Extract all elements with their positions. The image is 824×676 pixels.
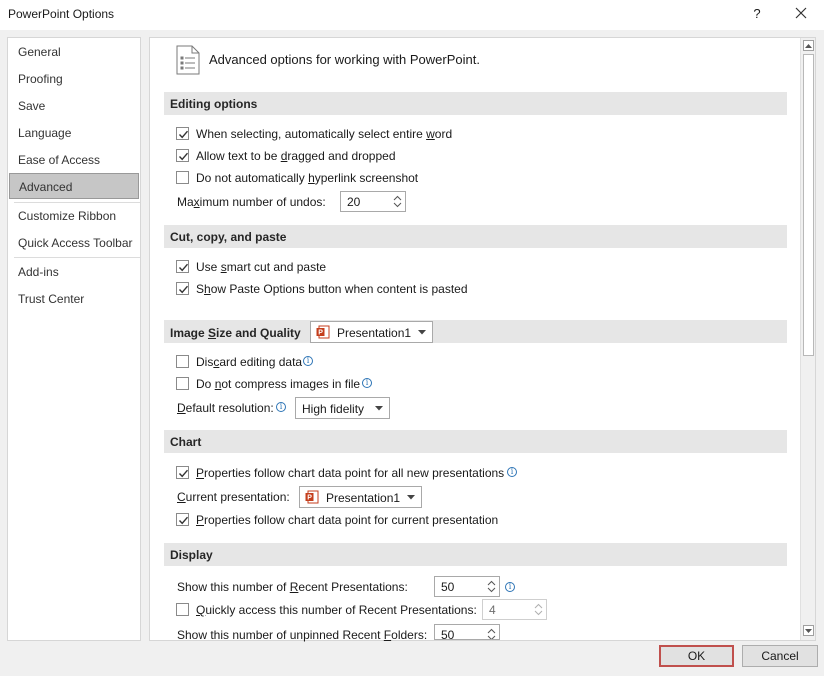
checkbox-paste-options-button[interactable]: [176, 282, 189, 295]
sidebar-item-language[interactable]: Language: [8, 120, 140, 146]
svg-text:P: P: [318, 330, 323, 337]
svg-text:P: P: [307, 495, 312, 502]
checkmark-icon: [178, 469, 189, 478]
sidebar-divider: [14, 257, 140, 258]
checkbox-chart-follow-current[interactable]: [176, 513, 189, 526]
window-title: PowerPoint Options: [8, 7, 115, 21]
sidebar-item-proofing[interactable]: Proofing: [8, 66, 140, 92]
vertical-scrollbar[interactable]: [800, 38, 815, 640]
current-presentation-label: Current presentation:: [177, 490, 290, 504]
stepper-arrows-icon[interactable]: [487, 627, 496, 640]
checkbox-select-entire-word[interactable]: [176, 127, 189, 140]
checkbox-label: Properties follow chart data point for c…: [196, 513, 499, 527]
checkbox-label: When selecting, automatically select ent…: [196, 127, 453, 141]
quick-access-stepper[interactable]: 4: [482, 599, 547, 620]
page-title: Advanced options for working with PowerP…: [209, 52, 480, 67]
help-button[interactable]: ?: [746, 2, 768, 26]
stepper-arrows-icon[interactable]: [393, 194, 402, 209]
checkmark-icon: [178, 263, 189, 272]
stepper-arrows-icon[interactable]: [534, 602, 543, 617]
stepper-value: 50: [441, 628, 455, 640]
sidebar-item-customize-ribbon[interactable]: Customize Ribbon: [8, 203, 140, 229]
checkbox-label: Show Paste Options button when content i…: [196, 282, 468, 296]
checkbox-label: Do not compress images in file: [196, 377, 361, 391]
checkbox-label: Discard editing data: [196, 355, 303, 369]
stepper-value: 4: [489, 603, 496, 617]
section-title: Editing options: [170, 97, 258, 111]
info-icon[interactable]: i: [505, 582, 515, 592]
section-header-chart: Chart: [164, 430, 787, 453]
stepper-arrows-icon[interactable]: [487, 579, 496, 594]
section-header-editing: Editing options: [164, 92, 787, 115]
document-options-icon: [176, 45, 200, 75]
title-bar: PowerPoint Options ?: [0, 0, 824, 30]
checkbox-label: Quickly access this number of Recent Pre…: [196, 603, 477, 617]
dropdown-value: Presentation1: [326, 491, 401, 505]
powerpoint-icon: P: [316, 325, 330, 339]
stepper-value: 20: [347, 195, 361, 209]
recent-presentations-stepper[interactable]: 50: [434, 576, 500, 597]
checkbox-label: Properties follow chart data point for a…: [196, 466, 505, 480]
dropdown-value: High fidelity: [302, 402, 365, 416]
resolution-dropdown[interactable]: High fidelity: [295, 397, 390, 419]
sidebar-item-trust-center[interactable]: Trust Center: [8, 286, 140, 312]
section-title: Cut, copy, and paste: [170, 230, 287, 244]
default-resolution-label: Default resolution:: [177, 401, 274, 415]
sidebar-item-general[interactable]: General: [8, 39, 140, 65]
sidebar-item-ease-of-access[interactable]: Ease of Access: [8, 147, 140, 173]
section-header-image-quality: Image Size and Quality: [164, 320, 787, 343]
sidebar-item-quick-access-toolbar[interactable]: Quick Access Toolbar: [8, 230, 140, 256]
checkmark-icon: [178, 152, 189, 161]
recent-folders-label: Show this number of unpinned Recent Fold…: [177, 628, 428, 642]
checkmark-icon: [178, 285, 189, 294]
dropdown-value: Presentation1: [337, 326, 412, 340]
sidebar-item-advanced[interactable]: Advanced: [9, 173, 139, 199]
checkbox-quick-access-recent[interactable]: [176, 603, 189, 616]
sidebar-item-save[interactable]: Save: [8, 93, 140, 119]
checkbox-label: Allow text to be dragged and dropped: [196, 149, 396, 163]
recent-presentations-label: Show this number of Recent Presentations…: [177, 580, 408, 594]
section-title: Display: [170, 548, 213, 562]
cancel-button[interactable]: Cancel: [742, 645, 818, 667]
checkbox-discard-editing-data[interactable]: [176, 355, 189, 368]
info-icon[interactable]: i: [362, 378, 372, 388]
scroll-up-button[interactable]: [803, 40, 814, 51]
image-document-dropdown[interactable]: P Presentation1: [310, 321, 433, 343]
powerpoint-icon: P: [305, 490, 319, 504]
checkmark-icon: [178, 130, 189, 139]
section-header-cut-copy-paste: Cut, copy, and paste: [164, 225, 787, 248]
section-title: Chart: [170, 435, 202, 449]
info-icon[interactable]: i: [303, 356, 313, 366]
checkmark-icon: [178, 516, 189, 525]
checkbox-label: Do not automatically hyperlink screensho…: [196, 171, 419, 185]
scrollbar-thumb[interactable]: [803, 54, 814, 356]
chevron-down-icon: [805, 629, 812, 633]
ok-button[interactable]: OK: [659, 645, 734, 667]
info-icon[interactable]: i: [507, 467, 517, 477]
info-icon[interactable]: i: [276, 402, 286, 412]
scroll-down-button[interactable]: [803, 625, 814, 636]
stepper-value: 50: [441, 580, 455, 594]
checkbox-drag-and-drop[interactable]: [176, 149, 189, 162]
chevron-down-icon: [375, 406, 383, 411]
recent-folders-stepper[interactable]: 50: [434, 624, 500, 640]
checkbox-smart-cut-paste[interactable]: [176, 260, 189, 273]
checkbox-no-hyperlink-screenshot[interactable]: [176, 171, 189, 184]
category-sidebar: General Proofing Save Language Ease of A…: [7, 37, 141, 641]
section-title: Image Size and Quality: [170, 326, 301, 340]
undo-count-stepper[interactable]: 20: [340, 191, 406, 212]
checkbox-chart-follow-new[interactable]: [176, 466, 189, 479]
checkbox-do-not-compress[interactable]: [176, 377, 189, 390]
chart-presentation-dropdown[interactable]: P Presentation1: [299, 486, 422, 508]
close-button[interactable]: [786, 2, 816, 26]
chevron-down-icon: [407, 495, 415, 500]
section-header-display: Display: [164, 543, 787, 566]
checkbox-label: Use smart cut and paste: [196, 260, 327, 274]
sidebar-item-add-ins[interactable]: Add-ins: [8, 259, 140, 285]
chevron-down-icon: [418, 330, 426, 335]
undo-count-label: Maximum number of undos:: [177, 195, 326, 209]
close-icon: [795, 7, 807, 19]
chevron-up-icon: [805, 44, 812, 48]
